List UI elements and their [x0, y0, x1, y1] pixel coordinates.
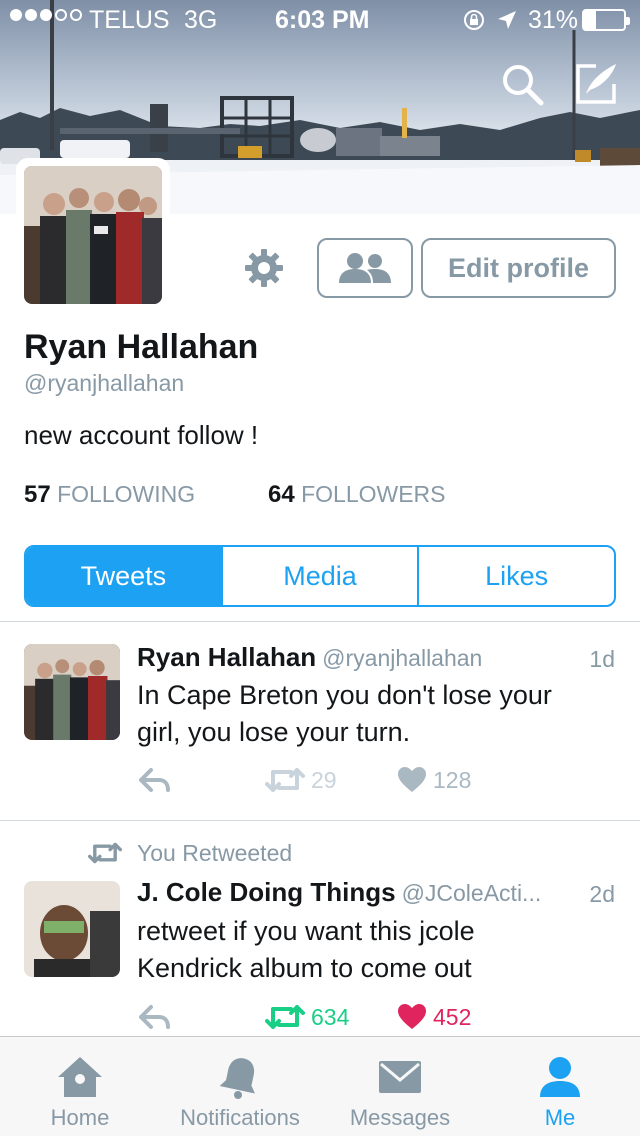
tab-notifications-label: Notifications	[180, 1105, 300, 1130]
tweet-author-handle[interactable]: @JColeActi...	[402, 880, 542, 906]
rotation-lock-icon	[464, 10, 484, 30]
tweet-author-name[interactable]: J. Cole Doing Things	[137, 877, 396, 907]
tweet-text: In Cape Breton you don't lose your girl,…	[137, 677, 617, 751]
tweet-text-line: girl, you lose your turn.	[137, 717, 411, 747]
envelope-icon	[379, 1061, 421, 1093]
tweet-author-handle[interactable]: @ryanjhallahan	[322, 645, 482, 671]
tab-messages-label: Messages	[349, 1105, 451, 1130]
battery-icon	[582, 9, 630, 31]
compose-icon[interactable]	[572, 60, 620, 108]
status-time: 6:03 PM	[275, 6, 370, 34]
tab-me[interactable]: Me	[520, 1037, 600, 1136]
tweet-actions: 634 452	[137, 1003, 557, 1035]
tweet-text-line: retweet if you want this jcole	[137, 916, 475, 946]
tab-messages[interactable]: Messages	[340, 1037, 460, 1136]
followers-label: FOLLOWERS	[301, 481, 446, 507]
profile-handle: @ryanjhallahan	[24, 370, 185, 396]
network-type: 3G	[184, 6, 218, 34]
tab-media[interactable]: Media	[220, 547, 418, 605]
tweet-timestamp: 2d	[589, 881, 615, 907]
retweet-button[interactable]: 634	[265, 1003, 349, 1031]
tweet-actions: 29 128	[137, 766, 557, 798]
retweet-count: 29	[311, 766, 337, 793]
heart-icon	[398, 1004, 426, 1029]
tab-home[interactable]: Home	[30, 1037, 130, 1136]
avatar	[24, 166, 162, 304]
retweet-button[interactable]: 29	[265, 766, 337, 794]
lists-button[interactable]	[317, 238, 413, 298]
carrier-name: TELUS	[89, 6, 170, 34]
profile-avatar[interactable]	[16, 158, 170, 312]
tweet-text: retweet if you want this jcole Kendrick …	[137, 913, 617, 987]
tweet-item[interactable]: You Retweeted J. Cole Doing Things @JCole…	[0, 821, 640, 1035]
followers-stat[interactable]: 64 FOLLOWERS	[268, 481, 446, 509]
settings-gear-icon[interactable]	[244, 248, 284, 288]
tweet-author-avatar[interactable]	[24, 881, 120, 977]
followers-count: 64	[268, 481, 295, 508]
tab-notifications[interactable]: Notifications	[170, 1037, 310, 1136]
reply-icon	[139, 768, 170, 792]
tweet-timestamp: 1d	[589, 646, 615, 672]
retweet-icon	[265, 768, 305, 792]
tab-me-label: Me	[544, 1105, 576, 1130]
like-count: 128	[433, 766, 472, 793]
status-bar: TELUS 3G 6:03 PM 31%	[0, 0, 640, 40]
tab-tweets[interactable]: Tweets	[26, 547, 221, 605]
tweet-header: Ryan Hallahan @ryanjhallahan	[137, 642, 482, 673]
following-stat[interactable]: 57 FOLLOWING	[24, 481, 195, 509]
tweet-avatar-photo	[24, 881, 120, 977]
tweet-text-line: Kendrick album to come out	[137, 953, 472, 983]
signal-strength-icon	[10, 9, 82, 21]
battery-percent: 31%	[528, 6, 579, 34]
search-icon[interactable]	[498, 60, 546, 108]
tweet-item[interactable]: Ryan Hallahan @ryanjhallahan 1d In Cape B…	[0, 622, 640, 820]
heart-icon	[398, 767, 426, 792]
battery-fill	[584, 11, 597, 29]
bell-icon	[219, 1058, 255, 1099]
retweet-count: 634	[311, 1003, 350, 1030]
tweet-text-line: In Cape Breton you don't lose your	[137, 680, 552, 710]
people-icon	[339, 253, 391, 283]
following-count: 57	[24, 481, 51, 508]
tweet-avatar-photo	[24, 644, 120, 740]
avatar-group-photo	[24, 166, 162, 304]
person-icon	[540, 1057, 580, 1097]
edit-profile-button[interactable]: Edit profile	[421, 238, 616, 298]
following-label: FOLLOWING	[57, 481, 196, 507]
home-icon	[58, 1057, 102, 1097]
tweet-author-name[interactable]: Ryan Hallahan	[137, 642, 316, 672]
reply-button[interactable]	[137, 766, 171, 794]
bottom-tab-bar: Home Notifications Messages Me	[0, 1036, 640, 1136]
tweet-header: J. Cole Doing Things @JColeActi...	[137, 877, 541, 908]
reply-button[interactable]	[137, 1003, 171, 1031]
retweeted-indicator-icon	[88, 842, 122, 864]
tweet-author-avatar[interactable]	[24, 644, 120, 740]
like-button[interactable]: 452	[397, 1003, 471, 1031]
profile-name: Ryan Hallahan	[24, 328, 259, 366]
tab-home-label: Home	[50, 1105, 110, 1130]
location-arrow-icon	[498, 11, 516, 29]
tab-likes[interactable]: Likes	[417, 547, 614, 605]
like-button[interactable]: 128	[397, 766, 471, 794]
retweet-icon	[265, 1005, 305, 1029]
retweeted-label: You Retweeted	[137, 840, 293, 866]
profile-bio: new account follow !	[24, 420, 259, 450]
profile-tabs: Tweets Media Likes	[24, 545, 616, 607]
like-count: 452	[433, 1003, 472, 1030]
reply-icon	[139, 1005, 170, 1029]
